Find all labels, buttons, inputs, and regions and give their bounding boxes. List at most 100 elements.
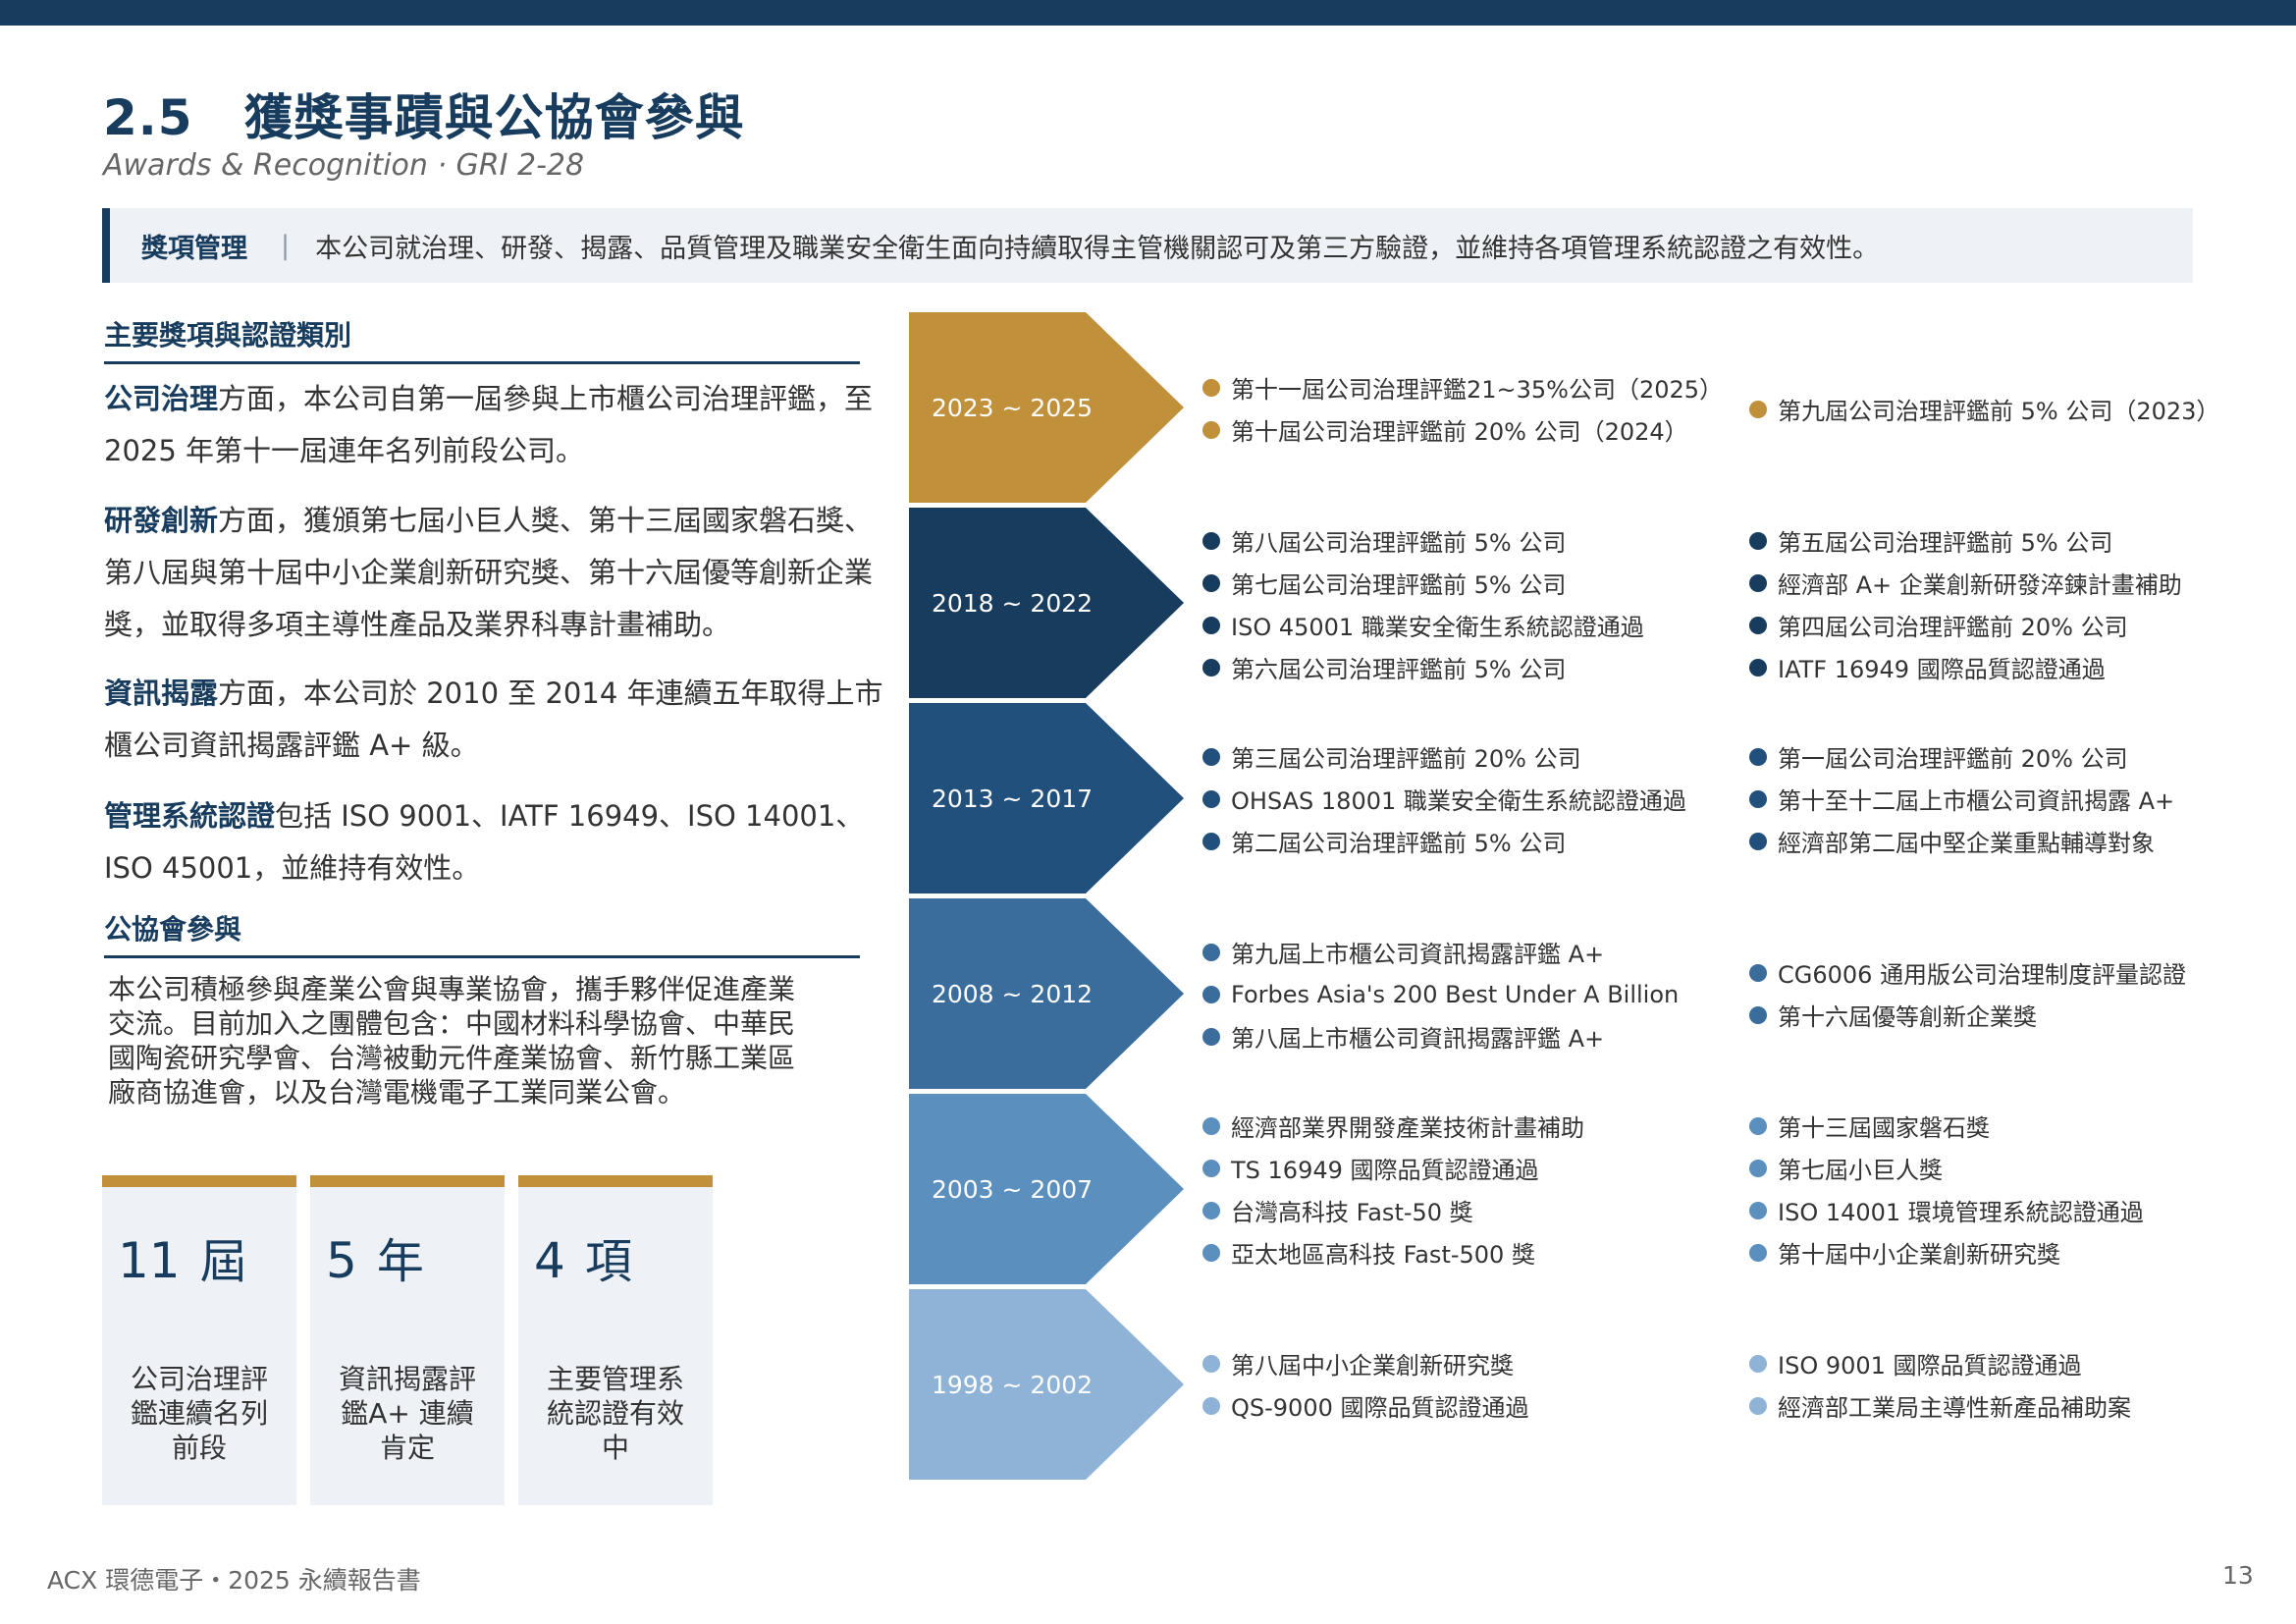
footer-report-name: ACX 環德電子・2025 永續報告書 <box>47 1566 421 1595</box>
paragraph-lead: 管理系統認證 <box>104 799 276 833</box>
bullet-icon <box>1749 1116 1767 1135</box>
bullet-icon <box>1749 1396 1767 1415</box>
list-item: 第八屆上市櫃公司資訊揭露評鑑 A+ <box>1202 1015 1679 1057</box>
bullet-icon <box>1749 400 1767 418</box>
list-item: 第七屆小巨人獎 <box>1749 1147 2144 1189</box>
list-item: 第六屆公司治理評鑑前 5% 公司 <box>1202 646 1644 688</box>
list-item: CG6006 通用版公司治理制度評量認證 <box>1749 951 2186 994</box>
list-item: 第四屆公司治理評鑑前 20% 公司 <box>1749 604 2182 646</box>
bullet-icon <box>1202 1354 1220 1373</box>
stat-label: 公司治理評鑑連續名列前段 <box>130 1363 268 1464</box>
bullet-icon <box>1202 789 1220 808</box>
timeline-range: 2023 ~ 2025 <box>931 393 1094 422</box>
paragraph-text: 方面，獲頒第七屆小巨人獎、第十三屆國家磐石獎、第八屆與第十屆中小企業創新研究獎、… <box>104 504 874 641</box>
timeline-range: 1998 ~ 2002 <box>931 1370 1094 1399</box>
list-item: 第十屆公司治理評鑑前 20% 公司（2024） <box>1202 408 1723 451</box>
page-subtitle: Awards & Recognition · GRI 2-28 <box>103 148 585 183</box>
timeline-left-list: 第九屆上市櫃公司資訊揭露評鑑 A+ Forbes Asia's 200 Best… <box>1202 931 1679 1057</box>
list-item: 經濟部第二屆中堅企業重點輔導對象 <box>1749 820 2174 862</box>
timeline-range: 2008 ~ 2012 <box>931 979 1094 1008</box>
paragraph-lead: 資訊揭露 <box>104 677 219 710</box>
list-item: Forbes Asia's 200 Best Under A Billion <box>1202 973 1679 1015</box>
bullet-icon <box>1202 747 1220 766</box>
list-item: 第八屆公司治理評鑑前 5% 公司 <box>1202 519 1644 562</box>
timeline-arrow: 2008 ~ 2012 <box>909 898 1184 1089</box>
bullet-icon <box>1749 1354 1767 1373</box>
bullet-icon <box>1202 420 1220 439</box>
list-item: 經濟部工業局主導性新產品補助案 <box>1749 1384 2131 1427</box>
bullet-icon <box>1202 1396 1220 1415</box>
bullet-icon <box>1202 1116 1220 1135</box>
list-item: 第七屆公司治理評鑑前 5% 公司 <box>1202 562 1644 604</box>
page-title: 2.5 獲獎事蹟與公協會參與 <box>103 79 745 149</box>
timeline-right-list: 第五屆公司治理評鑑前 5% 公司 經濟部 A+ 企業創新研發淬鍊計畫補助 第四屆… <box>1749 519 2182 688</box>
list-item: 第十至十二屆上市櫃公司資訊揭露 A+ <box>1749 778 2174 820</box>
list-item: 經濟部業界開發產業技術計畫補助 <box>1202 1105 1584 1147</box>
list-item: 第十三屆國家磐石獎 <box>1749 1105 2144 1147</box>
list-item: ISO 9001 國際品質認證通過 <box>1749 1342 2131 1384</box>
timeline-arrow: 2003 ~ 2007 <box>909 1094 1184 1284</box>
banner-label: 獎項管理 <box>141 233 247 264</box>
paragraph-text: 方面，本公司於 2010 至 2014 年連續五年取得上市櫃公司資訊揭露評鑑 A… <box>104 677 883 762</box>
stat-unit: 項 <box>584 1234 632 1289</box>
bullet-icon <box>1202 1201 1220 1219</box>
list-item: 第十六屆優等創新企業獎 <box>1749 994 2186 1036</box>
stat-number: 5 <box>326 1232 357 1289</box>
bullet-icon <box>1749 658 1767 677</box>
bullet-icon <box>1202 378 1220 397</box>
bullet-icon <box>1749 531 1767 550</box>
paragraph-rnd: 研發創新方面，獲頒第七屆小巨人獎、第十三屆國家磐石獎、第八屆與第十屆中小企業創新… <box>104 495 889 651</box>
timeline-left-list: 第八屆公司治理評鑑前 5% 公司 第七屆公司治理評鑑前 5% 公司 ISO 45… <box>1202 519 1644 688</box>
list-item: 第二屆公司治理評鑑前 5% 公司 <box>1202 820 1686 862</box>
timeline-arrow: 2023 ~ 2025 <box>909 312 1184 503</box>
bullet-icon <box>1202 573 1220 592</box>
bullet-icon <box>1202 985 1220 1003</box>
stat-value: 5年 <box>326 1222 424 1291</box>
awards-heading: 主要獎項與認證類別 <box>104 314 860 364</box>
list-item: 第九屆公司治理評鑑前 5% 公司（2023） <box>1749 388 2219 430</box>
bullet-icon <box>1749 747 1767 766</box>
stat-label: 主要管理系統認證有效中 <box>546 1363 684 1464</box>
association-paragraph: 本公司積極參與產業公會與專業協會，攜手夥伴促進產業交流。目前加入之團體包含：中國… <box>108 973 796 1109</box>
bullet-icon <box>1202 658 1220 677</box>
timeline-range: 2018 ~ 2022 <box>931 588 1094 618</box>
bullet-icon <box>1202 943 1220 961</box>
timeline-left-list: 第十一屆公司治理評鑑21~35%公司（2025） 第十屆公司治理評鑑前 20% … <box>1202 366 1723 451</box>
bullet-icon <box>1749 573 1767 592</box>
list-item: OHSAS 18001 職業安全衛生系統認證通過 <box>1202 778 1686 820</box>
section-number: 2.5 <box>103 89 193 146</box>
banner-text: 本公司就治理、研發、揭露、品質管理及職業安全衛生面向持續取得主管機關認可及第三方… <box>315 233 1880 264</box>
stat-unit: 屆 <box>199 1234 247 1289</box>
list-item: 第九屆上市櫃公司資訊揭露評鑑 A+ <box>1202 931 1679 973</box>
timeline-right-list: ISO 9001 國際品質認證通過 經濟部工業局主導性新產品補助案 <box>1749 1342 2131 1427</box>
banner-separator: | <box>281 230 291 261</box>
page-number: 13 <box>2222 1561 2254 1590</box>
timeline-arrow: 2018 ~ 2022 <box>909 508 1184 698</box>
stat-value: 11 屆 <box>118 1222 247 1291</box>
bullet-icon <box>1749 963 1767 982</box>
list-item: 經濟部 A+ 企業創新研發淬鍊計畫補助 <box>1749 562 2182 604</box>
bullet-icon <box>1749 1201 1767 1219</box>
paragraph-lead: 公司治理 <box>104 382 219 415</box>
list-item: 第三屆公司治理評鑑前 20% 公司 <box>1202 735 1686 778</box>
stat-card-disclosure: 5年 資訊揭露評鑑A+ 連續肯定 <box>310 1175 505 1505</box>
bullet-icon <box>1202 832 1220 850</box>
list-item: 第一屆公司治理評鑑前 20% 公司 <box>1749 735 2174 778</box>
list-item: 台灣高科技 Fast-50 獎 <box>1202 1189 1584 1231</box>
bullet-icon <box>1749 1005 1767 1024</box>
bullet-icon <box>1202 1027 1220 1046</box>
stat-number: 4 <box>534 1232 565 1289</box>
list-item: 第五屆公司治理評鑑前 5% 公司 <box>1749 519 2182 562</box>
timeline-left-list: 第八屆中小企業創新研究獎 QS-9000 國際品質認證通過 <box>1202 1342 1529 1427</box>
list-item: 第八屆中小企業創新研究獎 <box>1202 1342 1529 1384</box>
top-accent-bar <box>0 0 2296 26</box>
stat-card-governance: 11 屆 公司治理評鑑連續名列前段 <box>102 1175 296 1505</box>
stat-label: 資訊揭露評鑑A+ 連續肯定 <box>338 1363 476 1464</box>
timeline-left-list: 經濟部業界開發產業技術計畫補助 TS 16949 國際品質認證通過 台灣高科技 … <box>1202 1105 1584 1273</box>
bullet-icon <box>1749 1159 1767 1177</box>
bullet-icon <box>1749 789 1767 808</box>
award-management-banner: 獎項管理 | 本公司就治理、研發、揭露、品質管理及職業安全衛生面向持續取得主管機… <box>102 208 2193 283</box>
paragraph-disclosure: 資訊揭露方面，本公司於 2010 至 2014 年連續五年取得上市櫃公司資訊揭露… <box>104 668 889 772</box>
timeline-range: 2003 ~ 2007 <box>931 1174 1094 1204</box>
bullet-icon <box>1202 531 1220 550</box>
